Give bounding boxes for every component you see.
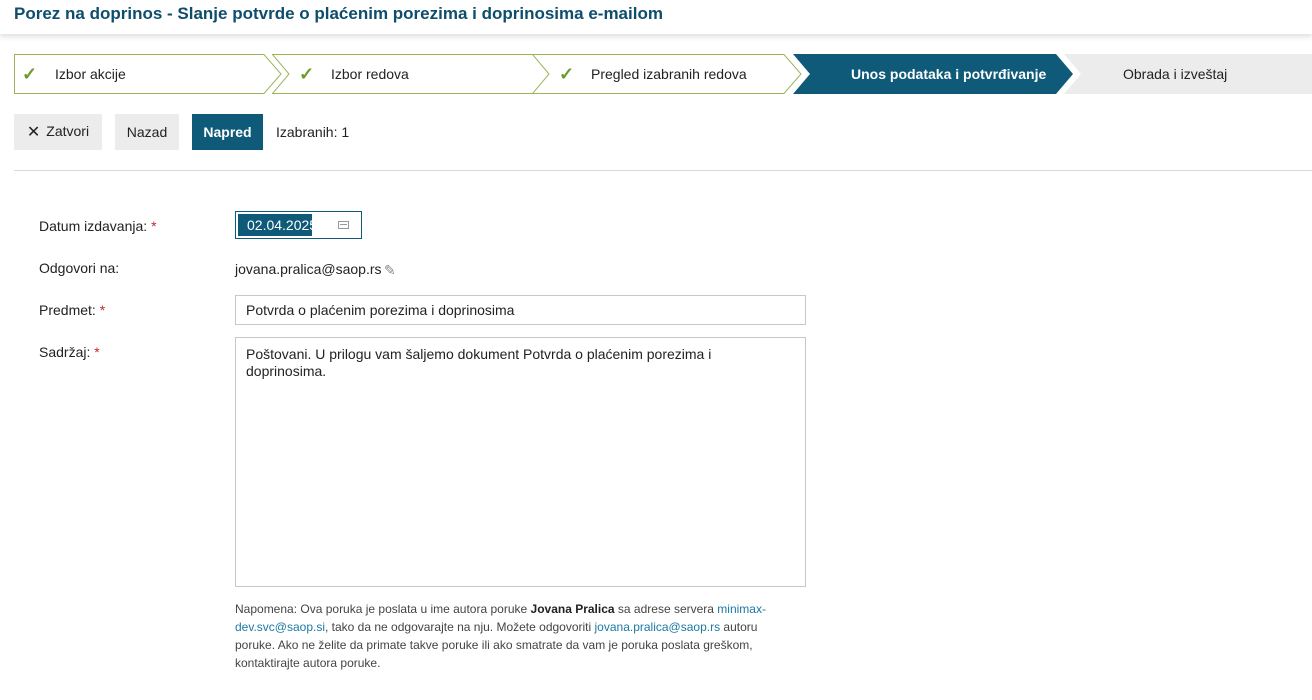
required-mark: * xyxy=(94,344,100,360)
close-button-label: Zatvori xyxy=(46,123,90,139)
content-textarea[interactable]: Poštovani. U prilogu vam šaljemo dokumen… xyxy=(235,337,806,587)
reply-email-link[interactable]: jovana.pralica@saop.rs xyxy=(595,620,721,634)
wizard-step-izbor-akcije[interactable]: ✓ Izbor akcije xyxy=(14,54,282,94)
note-mid1: sa adrese servera xyxy=(614,602,718,616)
wizard-step-pregled-izabranih-redova[interactable]: ✓ Pregled izabranih redova xyxy=(532,54,802,94)
wizard-step-label: Izbor akcije xyxy=(55,66,126,82)
check-icon: ✓ xyxy=(559,64,575,84)
wizard-step-label: Obrada i izveštaj xyxy=(1123,66,1228,82)
date-label-text: Datum izdavanja: xyxy=(39,218,148,234)
note-mid2: , tako da ne odgovarajte na nju. Možete … xyxy=(325,620,595,634)
subject-input[interactable] xyxy=(235,295,806,325)
date-input[interactable]: 02.04.2025 xyxy=(235,211,362,239)
reply-label: Odgovori na: xyxy=(39,260,120,276)
wizard-step-label: Unos podataka i potvrđivanje xyxy=(851,66,1047,82)
divider xyxy=(14,170,1312,171)
subject-label-text: Predmet: xyxy=(39,302,96,318)
pencil-icon[interactable]: ✎ xyxy=(384,262,396,279)
reply-to-value: jovana.pralica@saop.rs xyxy=(235,261,382,277)
required-mark: * xyxy=(99,302,106,318)
content-label-text: Sadržaj: xyxy=(39,344,91,360)
page-title: Porez na doprinos - Slanje potvrde o pla… xyxy=(14,4,663,23)
next-button[interactable]: Napred xyxy=(192,114,263,150)
wizard-step-unos-podataka[interactable]: Unos podataka i potvrđivanje xyxy=(793,54,1074,94)
wizard-step-izbor-redova[interactable]: ✓ Izbor redova xyxy=(272,54,552,94)
wizard-step-label: Izbor redova xyxy=(331,66,409,82)
note-prefix: Napomena: Ova poruka je poslata u ime au… xyxy=(235,602,531,616)
date-label: Datum izdavanja: * xyxy=(39,218,157,234)
note-text: Napomena: Ova poruka je poslata u ime au… xyxy=(235,600,795,672)
content-label: Sadržaj: * xyxy=(39,344,100,360)
wizard-steps: ✓ Izbor akcije ✓ Izbor redova ✓ Pregled … xyxy=(14,54,1312,94)
wizard-step-obrada-i-izvestaj: Obrada i izveštaj xyxy=(1064,54,1312,94)
close-button[interactable]: ✕ Zatvori xyxy=(14,114,102,150)
check-icon: ✓ xyxy=(299,64,315,84)
required-mark: * xyxy=(151,218,157,234)
note-author: Jovana Pralica xyxy=(530,602,615,616)
close-icon: ✕ xyxy=(26,124,41,141)
page-header: Porez na doprinos - Slanje potvrde o pla… xyxy=(0,0,1312,34)
selected-count: Izabranih: 1 xyxy=(276,124,350,140)
date-value: 02.04.2025 xyxy=(238,214,317,236)
back-button[interactable]: Nazad xyxy=(115,114,179,150)
wizard-step-label: Pregled izabranih redova xyxy=(591,66,747,82)
calendar-icon[interactable] xyxy=(338,221,349,229)
check-icon: ✓ xyxy=(22,64,38,84)
subject-label: Predmet: * xyxy=(39,302,105,318)
